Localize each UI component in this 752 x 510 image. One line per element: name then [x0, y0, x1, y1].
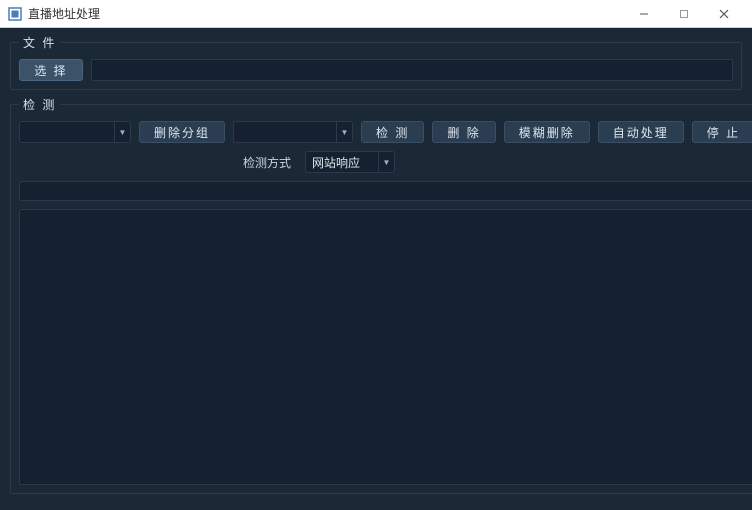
close-button[interactable] — [704, 0, 744, 28]
choose-file-button[interactable]: 选 择 — [19, 59, 83, 81]
window-controls — [624, 0, 744, 28]
detect-log-area[interactable] — [19, 209, 752, 485]
group-select-2[interactable]: ▼ — [233, 121, 353, 143]
auto-process-button[interactable]: 自动处理 — [598, 121, 684, 143]
chevron-down-icon: ▼ — [114, 122, 130, 142]
group-select-1[interactable]: ▼ — [19, 121, 131, 143]
file-group-legend: 文 件 — [19, 34, 60, 51]
file-path-input[interactable] — [91, 59, 733, 81]
window-titlebar: 直播地址处理 — [0, 0, 752, 28]
window-title: 直播地址处理 — [28, 5, 624, 22]
detect-method-label: 检测方式 — [243, 154, 291, 171]
detect-button[interactable]: 检 测 — [361, 121, 424, 143]
detect-method-value: 网站响应 — [312, 154, 360, 171]
chevron-down-icon: ▼ — [336, 122, 352, 142]
app-icon — [8, 7, 22, 21]
detect-method-select[interactable]: 网站响应 ▼ — [305, 151, 395, 173]
detect-group-legend: 检 测 — [19, 96, 60, 113]
chevron-down-icon: ▼ — [378, 152, 394, 172]
fuzzy-delete-button[interactable]: 模糊删除 — [504, 121, 590, 143]
stop-button[interactable]: 停 止 — [692, 121, 752, 143]
detect-result-field[interactable] — [19, 181, 752, 201]
delete-group-button[interactable]: 删除分组 — [139, 121, 225, 143]
file-group: 文 件 选 择 — [10, 34, 742, 90]
delete-button[interactable]: 删 除 — [432, 121, 495, 143]
minimize-button[interactable] — [624, 0, 664, 28]
maximize-button[interactable] — [664, 0, 704, 28]
detect-group: 检 测 ▼ 删除分组 ▼ 检 测 删 除 模糊删除 自动处理 停 止 检测方式 — [10, 96, 752, 494]
app-body: 文 件 选 择 检 测 ▼ 删除分组 ▼ 检 测 删 除 模糊删除 自动 — [0, 28, 752, 510]
